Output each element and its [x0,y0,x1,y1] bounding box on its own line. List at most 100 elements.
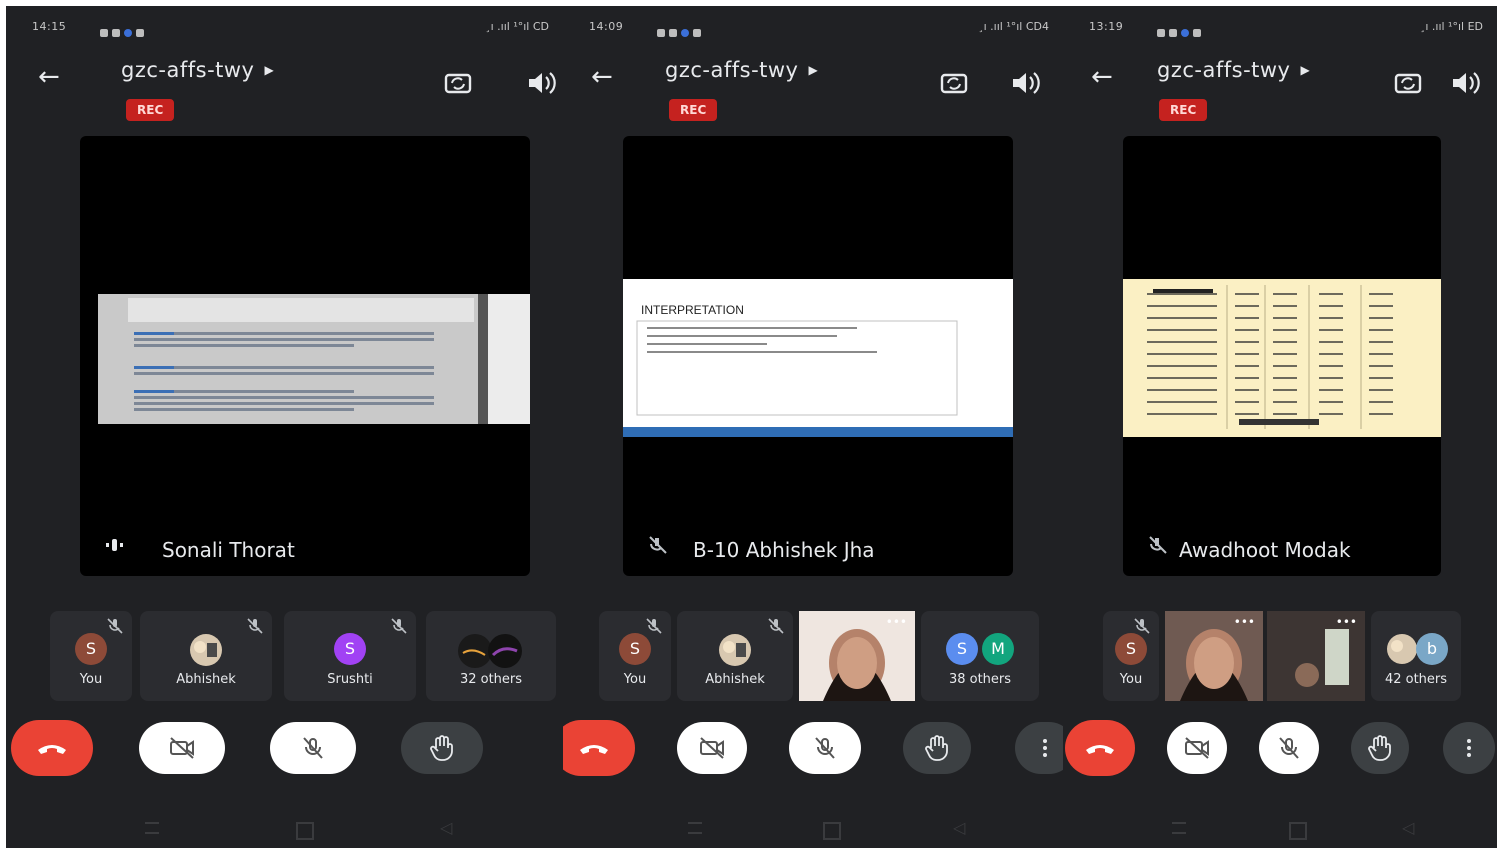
mic-off-icon [812,735,838,761]
participant-tile[interactable]: 32 others [426,611,556,701]
end-call-button[interactable] [11,720,93,776]
participant-name: You [79,672,103,687]
switch-camera-icon[interactable] [937,66,971,104]
end-call-button[interactable] [1065,720,1135,776]
presentation-tile[interactable]: Sonali Thorat [80,136,530,576]
audio-level-icon [104,534,126,560]
mic-off-icon [1276,735,1302,761]
home-nav-icon[interactable] [823,822,841,840]
phone-hangup-icon [34,738,70,758]
status-right-text: ¸ı .ııl ¹°ıl CD [485,20,549,33]
rec-badge: REC [1159,99,1208,121]
meeting-code-text: gzc-affs-twy [121,58,255,82]
meeting-code[interactable]: gzc-affs-twy ▶ [665,58,818,82]
slide-title: INTERPRETATION [641,303,744,317]
participant-tile[interactable]: S You [599,611,671,701]
menu-nav-icon[interactable] [688,822,702,834]
presenter-name: B-10 Abhishek Jha [693,538,875,562]
more-vertical-icon [1464,736,1474,760]
more-vertical-icon [1040,736,1050,760]
back-arrow-icon[interactable]: ← [1091,64,1113,90]
mic-off-icon [767,617,785,639]
mic-off-icon [106,617,124,639]
more-options-icon[interactable]: ••• [1336,615,1357,629]
participant-video[interactable]: ••• [1267,611,1365,701]
back-arrow-icon[interactable]: ← [38,64,60,90]
participant-avatar: S [75,633,107,665]
participant-name: Abhishek [176,672,236,687]
speaker-icon[interactable] [1007,66,1041,104]
switch-camera-icon[interactable] [1391,66,1425,104]
back-nav-icon[interactable]: ◁ [1402,818,1416,837]
raise-hand-button[interactable] [1351,722,1409,774]
more-options-button[interactable] [1443,722,1495,774]
hand-icon [1367,734,1393,762]
camera-off-icon [697,736,727,760]
others-avatar-2: b [1416,633,1448,665]
end-call-button[interactable] [563,720,635,776]
rec-badge: REC [669,99,718,121]
participant-name: You [623,672,647,687]
status-right-text: ¸ı .ııl ¹°ıl CD4 [978,20,1049,33]
presentation-tile[interactable]: INTERPRETATION B-10 Abhishek Jha [623,136,1013,576]
participant-name: You [1119,672,1143,687]
meeting-code-text: gzc-affs-twy [1157,58,1291,82]
camera-off-button[interactable] [139,722,225,774]
back-nav-icon[interactable]: ◁ [953,818,967,837]
presenter-name: Awadhoot Modak [1179,538,1351,562]
participant-video[interactable]: ••• [799,611,915,701]
participant-tile[interactable]: Abhishek [677,611,793,701]
phone-hangup-icon [1082,738,1118,758]
raise-hand-button[interactable] [903,722,971,774]
mic-off-icon [647,534,669,560]
status-time: 13:19 [1089,20,1124,33]
phone-hangup-icon [576,738,612,758]
screenshot-collage: 14:15 ¸ı .ııl ¹°ıl CD ← gzc-affs-twy ▶ REC Son… [0,0,1503,851]
mic-off-button[interactable] [789,722,861,774]
participant-name: 42 others [1384,672,1448,687]
menu-nav-icon[interactable] [1172,822,1186,834]
participant-tile[interactable]: S You [50,611,132,701]
presenter-name: Sonali Thorat [162,538,295,562]
participant-tile[interactable]: Abhishek [140,611,272,701]
notification-icons [100,22,150,37]
switch-camera-icon[interactable] [441,66,475,104]
mic-off-button[interactable] [270,722,356,774]
participant-name: 38 others [948,672,1012,687]
back-nav-icon[interactable]: ◁ [440,818,454,837]
more-options-icon[interactable]: ••• [886,615,907,629]
participant-tile[interactable]: S M 38 others [921,611,1039,701]
mic-off-button[interactable] [1259,722,1319,774]
camera-off-button[interactable] [1167,722,1227,774]
shared-slide: INTERPRETATION [623,279,1013,437]
participant-photo [718,633,752,671]
rec-badge: REC [126,99,175,121]
mic-off-icon [300,735,326,761]
participant-tile[interactable]: b 42 others [1371,611,1461,701]
notification-icons [1157,22,1207,37]
phone-screen: 14:09 ¸ı .ııl ¹°ıl CD4 ← gzc-affs-twy ▶ REC IN… [563,6,1063,848]
meeting-code[interactable]: gzc-affs-twy ▶ [121,58,274,82]
more-options-button[interactable] [1015,722,1063,774]
status-time: 14:09 [589,20,624,33]
home-nav-icon[interactable] [1289,822,1307,840]
back-arrow-icon[interactable]: ← [591,64,613,90]
meeting-code[interactable]: gzc-affs-twy ▶ [1157,58,1310,82]
camera-off-button[interactable] [677,722,747,774]
participant-video[interactable]: ••• [1165,611,1263,701]
home-nav-icon[interactable] [296,822,314,840]
menu-nav-icon[interactable] [145,822,159,834]
more-options-icon[interactable]: ••• [1234,615,1255,629]
mic-off-icon [390,617,408,639]
notification-icons [657,22,707,37]
presentation-tile[interactable]: Awadhoot Modak [1123,136,1441,576]
speaker-icon[interactable] [1447,66,1481,104]
participant-tile[interactable]: S You [1103,611,1159,701]
caret-right-icon: ▶ [808,63,819,77]
raise-hand-button[interactable] [401,722,483,774]
speaker-icon[interactable] [523,66,557,104]
participant-tile[interactable]: S Srushti [284,611,416,701]
status-time: 14:15 [32,20,67,33]
camera-off-icon [1182,736,1212,760]
others-avatars [455,633,527,673]
